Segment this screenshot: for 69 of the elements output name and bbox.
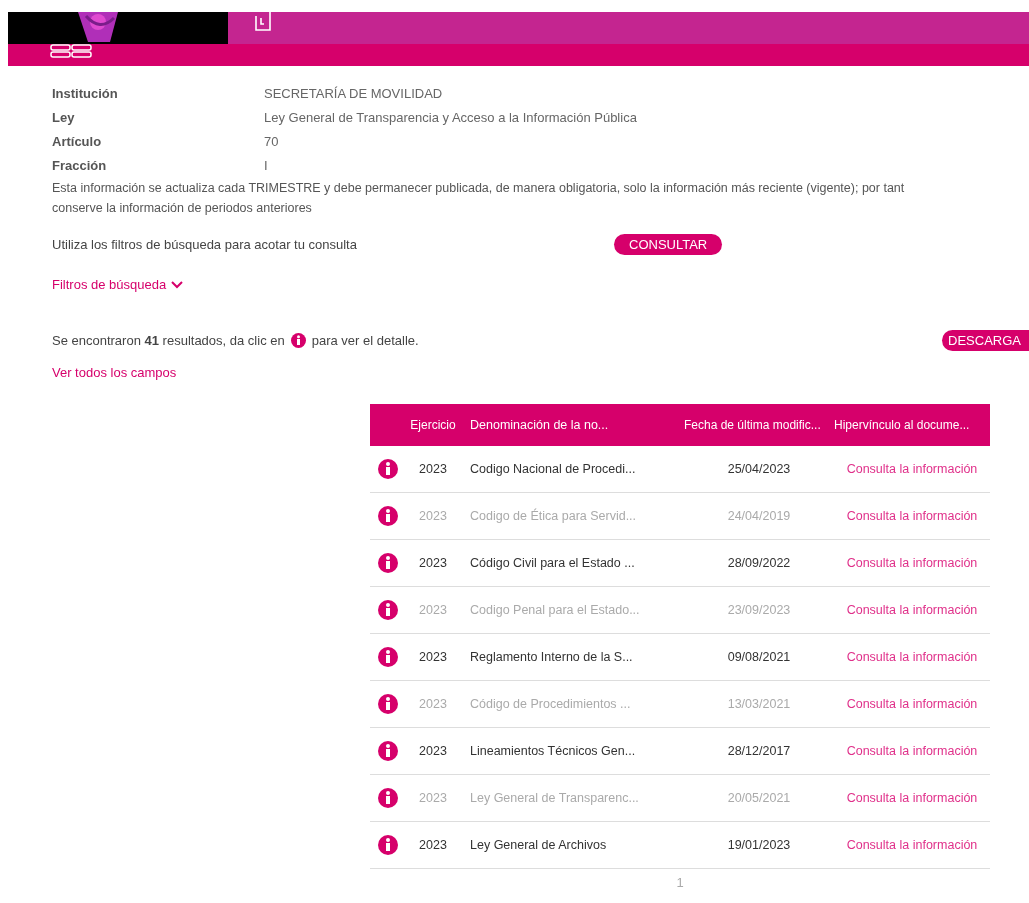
column-header[interactable]: Hipervínculo al docume... (834, 418, 990, 432)
field-value: SECRETARÍA DE MOVILIDAD (264, 86, 444, 101)
info-icon[interactable] (378, 459, 398, 479)
table-cell-text: 28/12/2017 (726, 744, 792, 758)
info-icon[interactable] (378, 600, 398, 620)
column-header[interactable]: Ejercicio (406, 418, 460, 432)
column-header[interactable]: Fecha de última modific... (674, 418, 834, 432)
table-cell-text: 20/05/2021 (726, 791, 792, 805)
document-link[interactable]: Consulta la información (834, 462, 990, 476)
table-cell-text: Codigo Penal para el Estado... (469, 603, 641, 617)
table-cell-text: 2023 (418, 509, 448, 523)
document-link[interactable]: Consulta la información (834, 509, 990, 523)
table-cell-text: Ley General de Archivos (469, 838, 608, 852)
table-cell-text: Código de Procedimientos ... (469, 697, 632, 711)
info-icon[interactable] (378, 694, 398, 714)
field-label: Institución (52, 86, 119, 101)
table-cell-text: 2023 (418, 697, 448, 711)
document-link[interactable]: Consulta la información (834, 697, 990, 711)
table-cell-text: 25/04/2023 (726, 462, 792, 476)
notice-text: Esta información se actualiza cada TRIMESTRE y debe permanecer publicada, de manera obligatoria, solo la información más reciente (vigente); por tant conserve la información de periodos anteriores (52, 180, 906, 217)
info-icon[interactable] (378, 553, 398, 573)
info-icon (290, 333, 306, 348)
table-cell-text: 24/04/2019 (726, 509, 792, 523)
books-icon (50, 44, 92, 58)
field-label: Fracción (52, 158, 108, 173)
table-cell-text: 2023 (418, 462, 448, 476)
field-value: 70 (264, 134, 280, 149)
table-cell-text: 23/09/2023 (726, 603, 792, 617)
info-icon[interactable] (378, 788, 398, 808)
column-header[interactable]: Denominación de la no... (460, 418, 674, 432)
table-cell-text: Codigo Nacional de Procedi... (469, 462, 637, 476)
info-icon[interactable] (378, 835, 398, 855)
table-cell-text: Lineamientos Técnicos Gen... (469, 744, 637, 758)
table-cell-text: 2023 (418, 744, 448, 758)
document-link[interactable]: Consulta la información (834, 744, 990, 758)
filter-hint: Utiliza los filtros de búsqueda para acotar tu consulta (52, 237, 358, 252)
chevron-down-icon (171, 280, 184, 289)
all-fields-link[interactable]: Ver todos los campos (52, 365, 177, 380)
field-value: I (264, 158, 269, 173)
document-link[interactable]: Consulta la información (834, 838, 990, 852)
document-link[interactable]: Consulta la información (834, 603, 990, 617)
info-icon[interactable] (378, 741, 398, 761)
table-cell-text: Reglamento Interno de la S... (469, 650, 634, 664)
document-link[interactable]: Consulta la información (834, 791, 990, 805)
field-value: Ley General de Transparencia y Acceso a la Información Pública (264, 110, 638, 125)
results-text: para ver el detalle. (311, 333, 419, 348)
results-text: Se encontraron 41 resultados, da clic en (52, 333, 285, 348)
download-button[interactable]: DESCARGA (942, 330, 1029, 351)
table-cell-text: 19/01/2023 (726, 838, 792, 852)
table-cell-text: 13/03/2021 (726, 697, 792, 711)
consult-button[interactable]: CONSULTAR (614, 234, 723, 255)
table-cell-text: 2023 (418, 556, 448, 570)
table-cell-text: Ley General de Transparenc... (469, 791, 640, 805)
table-cell-text: 2023 (418, 603, 448, 617)
page-number[interactable]: 1 (676, 875, 684, 890)
info-icon[interactable] (378, 506, 398, 526)
table-cell-text: 2023 (418, 650, 448, 664)
field-label: Ley (52, 110, 76, 125)
filters-toggle[interactable]: Filtros de búsqueda (52, 277, 184, 292)
table-cell-text: Código Civil para el Estado ... (469, 556, 636, 570)
field-label: Artículo (52, 134, 103, 149)
document-link[interactable]: Consulta la información (834, 650, 990, 664)
table-cell-text: Codigo de Ética para Servid... (469, 509, 638, 523)
table-cell-text: 2023 (418, 838, 448, 852)
table-cell-text: 28/09/2022 (726, 556, 792, 570)
document-link[interactable]: Consulta la información (834, 556, 990, 570)
table-cell-text: 09/08/2021 (726, 650, 792, 664)
table-cell-text: 2023 (418, 791, 448, 805)
info-icon[interactable] (378, 647, 398, 667)
